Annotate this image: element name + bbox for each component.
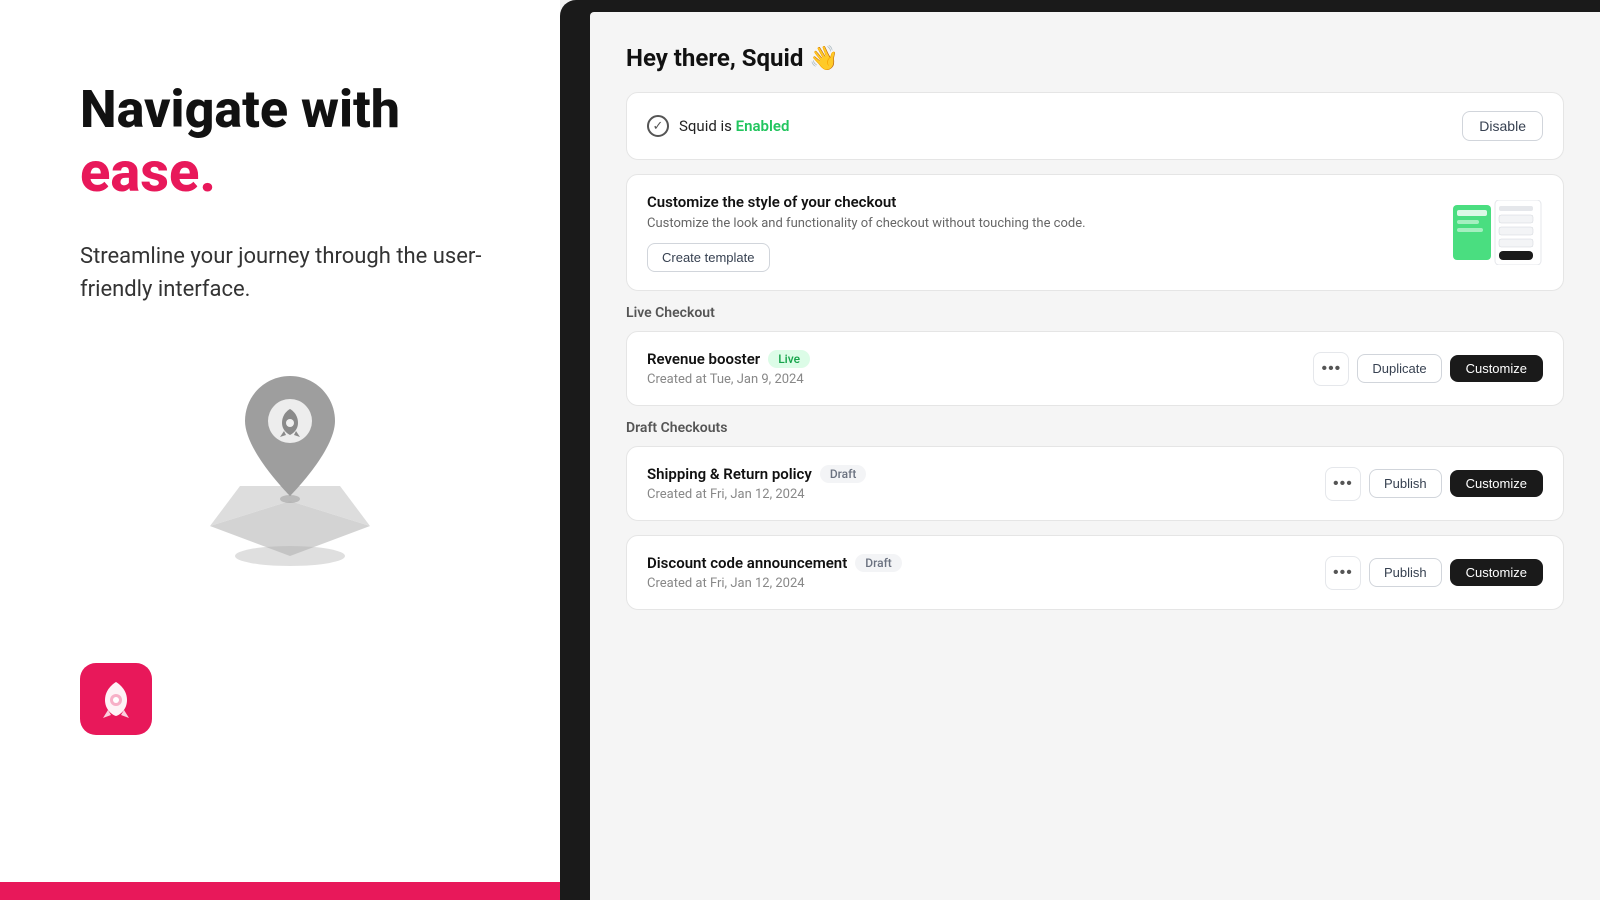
draft-item-1: Shipping & Return policy Draft Created a… xyxy=(647,465,1543,502)
draft-badge-1: Draft xyxy=(820,465,867,483)
screen-content: Hey there, Squid 👋 ✓ Squid is Enabled Di… xyxy=(590,12,1600,900)
draft-1-publish-button[interactable]: Publish xyxy=(1369,469,1442,498)
draft-item-2-date: Created at Fri, Jan 12, 2024 xyxy=(647,576,902,591)
subtext: Streamline your journey through the user… xyxy=(80,240,500,306)
draft-card-2: Discount code announcement Draft Created… xyxy=(626,535,1564,610)
customize-text: Customize the style of your checkout Cus… xyxy=(647,193,1086,272)
template-preview xyxy=(1453,200,1543,265)
check-circle-icon: ✓ xyxy=(647,115,669,137)
duplicate-button[interactable]: Duplicate xyxy=(1357,354,1441,383)
live-more-button[interactable]: ••• xyxy=(1313,352,1349,386)
map-illustration xyxy=(80,356,500,566)
live-badge: Live xyxy=(768,350,810,368)
customize-title: Customize the style of your checkout xyxy=(647,193,1086,211)
live-section-label: Live Checkout xyxy=(626,305,1564,321)
customize-card: Customize the style of your checkout Cus… xyxy=(626,174,1564,291)
page-greeting: Hey there, Squid 👋 xyxy=(626,44,1564,72)
customize-desc: Customize the look and functionality of … xyxy=(647,216,1086,231)
headline-accent: ease. xyxy=(80,139,216,205)
left-panel: Navigate with ease. Streamline your jour… xyxy=(0,0,560,900)
map-svg-icon xyxy=(190,356,390,566)
draft-item-2-name: Discount code announcement xyxy=(647,554,847,572)
status-text: Squid is Enabled xyxy=(679,117,789,135)
headline-line1: Navigate with xyxy=(80,79,400,140)
draft-item-1-title: Shipping & Return policy Draft xyxy=(647,465,866,483)
live-checkout-item: Revenue booster Live Created at Tue, Jan… xyxy=(647,350,1543,387)
squid-label: Squid is xyxy=(679,117,732,135)
draft-item-2-title: Discount code announcement Draft xyxy=(647,554,902,572)
draft-info-2: Discount code announcement Draft Created… xyxy=(647,554,902,591)
draft-item-1-date: Created at Fri, Jan 12, 2024 xyxy=(647,487,866,502)
rocket-icon xyxy=(95,678,137,720)
draft-section-label: Draft Checkouts xyxy=(626,420,1564,436)
app-container: Hey there, Squid 👋 ✓ Squid is Enabled Di… xyxy=(590,12,1600,900)
draft-1-more-button[interactable]: ••• xyxy=(1325,467,1361,501)
bottom-bar xyxy=(0,882,560,900)
draft-2-more-button[interactable]: ••• xyxy=(1325,556,1361,590)
draft-2-publish-button[interactable]: Publish xyxy=(1369,558,1442,587)
draft-item-1-name: Shipping & Return policy xyxy=(647,465,812,483)
live-item-date: Created at Tue, Jan 9, 2024 xyxy=(647,372,810,387)
draft-2-customize-button[interactable]: Customize xyxy=(1450,559,1543,586)
live-item-name: Revenue booster xyxy=(647,350,760,368)
draft-item-2-actions: ••• Publish Customize xyxy=(1325,556,1543,590)
draft-1-customize-button[interactable]: Customize xyxy=(1450,470,1543,497)
status-enabled-value: Enabled xyxy=(736,117,790,135)
live-customize-button[interactable]: Customize xyxy=(1450,355,1543,382)
live-item-title: Revenue booster Live xyxy=(647,350,810,368)
right-panel: Hey there, Squid 👋 ✓ Squid is Enabled Di… xyxy=(560,0,1600,900)
draft-badge-2: Draft xyxy=(855,554,902,572)
create-template-button[interactable]: Create template xyxy=(647,243,770,272)
app-icon xyxy=(80,663,152,735)
laptop-frame: Hey there, Squid 👋 ✓ Squid is Enabled Di… xyxy=(560,0,1600,900)
headline: Navigate with ease. xyxy=(80,80,500,204)
draft-card-1: Shipping & Return policy Draft Created a… xyxy=(626,446,1564,521)
disable-button[interactable]: Disable xyxy=(1462,111,1543,141)
draft-item-1-actions: ••• Publish Customize xyxy=(1325,467,1543,501)
live-item-actions: ••• Duplicate Customize xyxy=(1313,352,1543,386)
draft-item-2: Discount code announcement Draft Created… xyxy=(647,554,1543,591)
live-checkout-card: Revenue booster Live Created at Tue, Jan… xyxy=(626,331,1564,406)
live-checkout-info: Revenue booster Live Created at Tue, Jan… xyxy=(647,350,810,387)
draft-info-1: Shipping & Return policy Draft Created a… xyxy=(647,465,866,502)
status-card: ✓ Squid is Enabled Disable xyxy=(626,92,1564,160)
status-left: ✓ Squid is Enabled xyxy=(647,115,789,137)
template-preview-icon xyxy=(1453,200,1543,265)
